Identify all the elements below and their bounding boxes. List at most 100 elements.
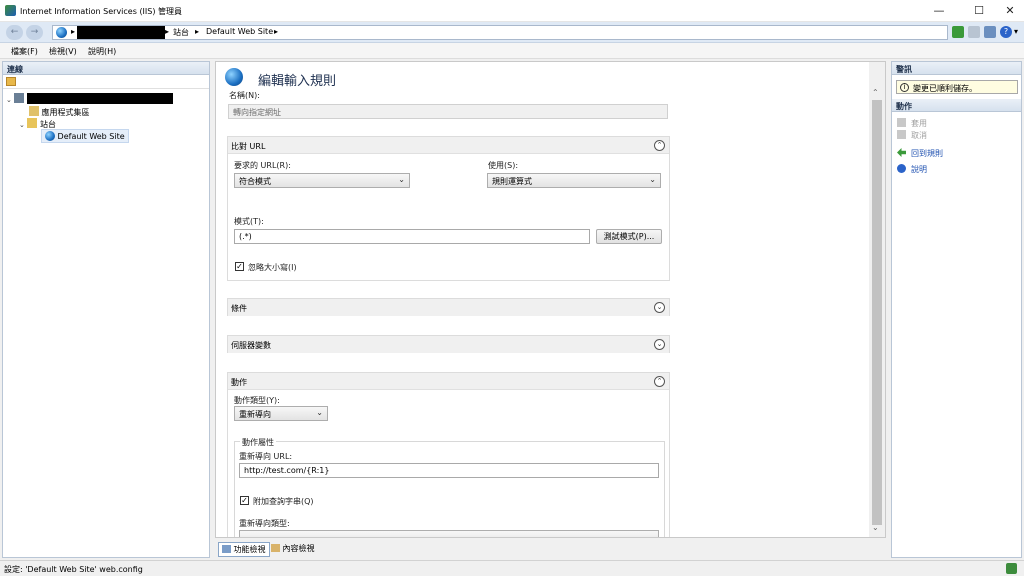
tree-app-pools[interactable]: 應用程式集區 xyxy=(29,106,90,118)
menu-help[interactable]: 說明(H) xyxy=(88,46,116,57)
page-title: 編輯輸入規則 xyxy=(258,74,337,89)
scroll-thumb[interactable] xyxy=(872,100,882,525)
test-pattern-button[interactable]: 測試模式(P)... xyxy=(596,229,662,244)
redirect-url-input[interactable]: http://test.com/{R:1} xyxy=(239,463,659,478)
match-url-section: 比對 URL ⌃ 要求的 URL(R): 符合模式 ⌄ 使用(S): 規則運算式… xyxy=(227,136,670,281)
apply-icon xyxy=(897,118,906,127)
alert-text: 變更已順利儲存。 xyxy=(913,84,977,93)
using-select[interactable]: 規則運算式 ⌄ xyxy=(487,173,661,188)
action-label: 套用 xyxy=(911,119,927,128)
select-value: 符合模式 xyxy=(239,177,271,186)
redacted-server-name xyxy=(26,93,173,104)
server-variables-section: 伺服器變數 ⌄ xyxy=(227,335,670,353)
name-field[interactable]: 轉向指定網址 xyxy=(228,104,668,119)
alerts-header: 警訊 xyxy=(892,62,1021,75)
help-icon xyxy=(897,164,906,173)
append-query-checkbox[interactable]: ✓ xyxy=(240,496,249,505)
menu-file[interactable]: 檔案(F) xyxy=(11,46,38,57)
crumb-separator-icon: ▸ xyxy=(71,27,76,36)
action-properties-group: 動作屬性 重新導向 URL: http://test.com/{R:1} ✓ 附… xyxy=(234,437,665,537)
close-button[interactable]: ✕ xyxy=(996,0,1024,22)
action-label: 回到規則 xyxy=(911,149,943,158)
match-url-header[interactable]: 比對 URL ⌃ xyxy=(228,137,669,154)
action-label: 取消 xyxy=(911,131,927,140)
name-label: 名稱(N): xyxy=(229,91,260,100)
address-box[interactable]: ▸ ▸ 站台 ▸ Default Web Site ▸ xyxy=(52,25,948,40)
action-apply[interactable]: 套用 xyxy=(897,118,927,129)
conditions-section: 條件 ⌄ xyxy=(227,298,670,316)
expand-icon[interactable]: ⌄ xyxy=(6,96,12,104)
ignore-case-checkbox[interactable]: ✓ xyxy=(235,262,244,271)
tree-label: 站台 xyxy=(39,120,56,129)
maximize-button[interactable]: ☐ xyxy=(962,0,996,22)
action-cancel[interactable]: 取消 xyxy=(897,130,927,141)
tree-label: Default Web Site xyxy=(57,132,125,141)
crumb-separator-icon: ▸ xyxy=(195,27,200,36)
expand-icon[interactable]: ⌄ xyxy=(654,339,665,350)
scroll-up-icon[interactable]: ⌃ xyxy=(872,88,879,97)
tab-features-view[interactable]: 功能檢視 xyxy=(218,542,270,557)
requested-url-select[interactable]: 符合模式 ⌄ xyxy=(234,173,410,188)
expand-icon[interactable]: ⌄ xyxy=(654,302,665,313)
address-bar-row: ← → ▸ ▸ 站台 ▸ Default Web Site ▸ ? ▾ xyxy=(0,22,1024,43)
connections-pane: 連線 ⌄ 應用程式集區 ⌄ 站台 Default Web Site xyxy=(2,61,210,558)
select-value: 重新導向 xyxy=(239,410,271,419)
redirect-url-label: 重新導向 URL: xyxy=(239,452,293,461)
minimize-button[interactable]: — xyxy=(922,0,956,22)
crumb-sites[interactable]: 站台 xyxy=(173,27,189,38)
redacted-server-name xyxy=(77,26,165,39)
collapse-icon[interactable]: ⌃ xyxy=(654,140,665,151)
chevron-down-icon: ⌄ xyxy=(316,408,323,417)
section-title: 條件 xyxy=(231,304,247,313)
connections-header: 連線 xyxy=(3,62,209,75)
status-bar: 設定: 'Default Web Site' web.config xyxy=(0,560,1024,576)
crumb-default-web-site[interactable]: Default Web Site xyxy=(206,27,273,36)
back-button[interactable]: ← xyxy=(6,25,23,40)
action-type-label: 動作類型(Y): xyxy=(234,396,280,405)
connect-icon[interactable] xyxy=(952,26,964,38)
action-header[interactable]: 動作 ⌃ xyxy=(228,373,669,390)
conditions-header[interactable]: 條件 ⌄ xyxy=(228,299,669,316)
pattern-label: 模式(T): xyxy=(234,217,264,226)
view-tabs: 功能檢視 內容檢視 xyxy=(215,540,886,558)
redirect-type-select[interactable] xyxy=(239,530,659,537)
stop-icon[interactable] xyxy=(968,26,980,38)
status-text: 設定: 'Default Web Site' web.config xyxy=(4,565,143,574)
append-query-label: 附加查詢字串(Q) xyxy=(253,497,314,506)
chevron-down-icon: ⌄ xyxy=(649,175,656,184)
scroll-down-icon[interactable]: ⌄ xyxy=(872,523,879,532)
action-label: 說明 xyxy=(911,165,927,174)
help-dropdown-icon[interactable]: ▾ xyxy=(1014,27,1018,36)
action-back-to-rules[interactable]: 回到規則 xyxy=(897,148,943,159)
tree-server-node[interactable]: ⌄ xyxy=(6,93,173,104)
action-section: 動作 ⌃ 動作類型(Y): 重新導向 ⌄ 動作屬性 重新導向 URL: http… xyxy=(227,372,670,537)
action-type-select[interactable]: 重新導向 ⌄ xyxy=(234,406,328,421)
action-help[interactable]: 說明 xyxy=(897,164,927,175)
tab-content-view[interactable]: 內容檢視 xyxy=(268,542,318,555)
info-icon: i xyxy=(900,83,909,92)
sites-folder-icon xyxy=(27,118,38,128)
new-connection-icon[interactable] xyxy=(6,77,16,86)
forward-button[interactable]: → xyxy=(26,25,43,40)
collapse-icon[interactable]: ⌃ xyxy=(654,376,665,387)
server-variables-header[interactable]: 伺服器變數 ⌄ xyxy=(228,336,669,353)
vertical-scrollbar[interactable]: ⌃ ⌄ xyxy=(869,62,885,537)
home-icon[interactable] xyxy=(984,26,996,38)
help-icon[interactable]: ? xyxy=(1000,26,1012,38)
expand-icon[interactable]: ⌄ xyxy=(19,121,25,129)
globe-icon xyxy=(45,131,55,141)
menu-view[interactable]: 檢視(V) xyxy=(49,46,77,57)
tree-label: 應用程式集區 xyxy=(41,108,90,117)
crumb-separator-icon: ▸ xyxy=(274,27,279,36)
actions-header: 動作 xyxy=(892,99,1021,112)
redirect-type-label: 重新導向類型: xyxy=(239,519,290,528)
tab-label: 內容檢視 xyxy=(282,544,315,553)
back-arrow-icon xyxy=(897,148,906,157)
edit-rule-panel: 編輯輸入規則 名稱(N): 轉向指定網址 比對 URL ⌃ 要求的 URL(R)… xyxy=(215,61,886,538)
connections-toolbar xyxy=(3,75,209,89)
tab-label: 功能檢視 xyxy=(233,545,266,554)
pattern-input[interactable]: (.*) xyxy=(234,229,590,244)
connection-status-icon xyxy=(1006,563,1017,574)
crumb-separator-icon: ▸ xyxy=(165,27,170,36)
tree-default-web-site[interactable]: Default Web Site xyxy=(41,129,129,143)
